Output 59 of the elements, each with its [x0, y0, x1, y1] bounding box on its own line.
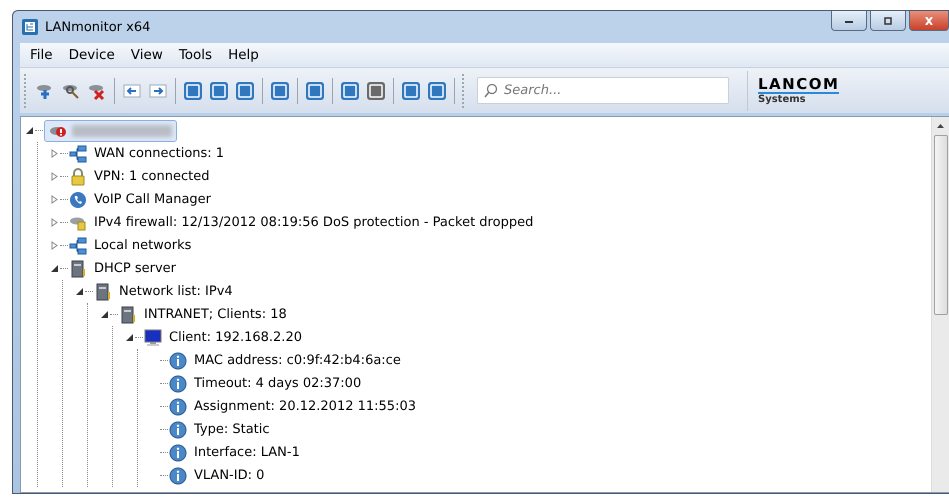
tree-item-label[interactable]: VoIP Call Manager: [92, 191, 214, 208]
tree-item-label[interactable]: Timeout: 4 days 02:37:00: [192, 375, 364, 392]
vertical-scrollbar[interactable]: [931, 117, 949, 492]
phone-icon: [69, 190, 87, 208]
tree-item-label[interactable]: Client: 192.168.2.20: [167, 329, 304, 346]
search-icon: [483, 83, 499, 99]
tree-item-label[interactable]: IPv4 firewall: 12/13/2012 08:19:56 DoS protection - Packet dropped: [92, 214, 536, 231]
expand-arrow-icon[interactable]: [50, 195, 59, 204]
info-icon: [169, 444, 187, 462]
tree-item-label[interactable]: MAC address: c0:9f:42:b4:6a:ce: [192, 352, 403, 369]
collapse-arrow-icon[interactable]: [100, 310, 109, 319]
info-icon: [169, 420, 187, 438]
network-icon: [69, 236, 87, 254]
tree-item[interactable]: [44, 120, 177, 142]
window-title: LANmonitor x64: [45, 20, 150, 34]
server-icon: [69, 260, 87, 278]
search-field[interactable]: Search...: [477, 77, 729, 104]
expand-arrow-icon[interactable]: [50, 218, 59, 227]
collapse-arrow-icon[interactable]: [25, 126, 34, 135]
tree-item-label[interactable]: Type: Static: [192, 421, 272, 438]
server-icon: [94, 282, 112, 300]
close-icon: [923, 16, 935, 24]
scroll-up-arrow-icon[interactable]: [936, 123, 945, 129]
scrollbar-thumb[interactable]: [934, 135, 948, 315]
brand-logo-subtitle: Systems: [758, 94, 807, 106]
info-icon: [169, 466, 187, 484]
info-icon: [169, 352, 187, 370]
tree-item-label[interactable]: WAN connections: 1: [92, 145, 226, 162]
collapse-arrow-icon[interactable]: [50, 264, 59, 273]
network-icon: [69, 144, 87, 162]
tree-item-label[interactable]: Local networks: [92, 237, 194, 254]
menu-item[interactable]: View: [122, 47, 171, 63]
maximize-icon: [882, 16, 894, 24]
tree-item-label[interactable]: Interface: LAN-1: [192, 444, 302, 461]
app-icon: [21, 18, 39, 36]
menu-item[interactable]: Device: [60, 47, 123, 63]
tree-item-label[interactable]: VLAN-ID: 0: [192, 467, 266, 484]
monitor-icon: [144, 328, 162, 346]
expand-arrow-icon[interactable]: [50, 172, 59, 181]
minimize-button[interactable]: [831, 11, 867, 31]
menu-item[interactable]: Tools: [170, 47, 220, 63]
expand-arrow-icon[interactable]: [50, 241, 59, 250]
info-icon: [169, 398, 187, 416]
expand-arrow-icon[interactable]: [50, 149, 59, 158]
server-icon: [119, 306, 137, 324]
tree-item-label[interactable]: DHCP server: [92, 260, 178, 277]
padlock-icon: [69, 168, 87, 186]
tree-item-label[interactable]: Assignment: 20.12.2012 11:55:03: [192, 398, 418, 415]
menu-item[interactable]: File: [22, 47, 61, 63]
maximize-button[interactable]: [870, 11, 906, 31]
menu-item[interactable]: Help: [220, 47, 267, 63]
tree-item-label[interactable]: VPN: 1 connected: [92, 168, 212, 185]
brand-logo-text: LANCOM: [758, 76, 840, 94]
tree-item-label[interactable]: Network list: IPv4: [117, 283, 235, 300]
tree-item-label[interactable]: INTRANET; Clients: 18: [142, 306, 289, 323]
collapse-arrow-icon[interactable]: [125, 333, 134, 342]
close-button[interactable]: [909, 11, 949, 31]
info-icon: [169, 374, 187, 392]
collapse-arrow-icon[interactable]: [75, 287, 84, 296]
